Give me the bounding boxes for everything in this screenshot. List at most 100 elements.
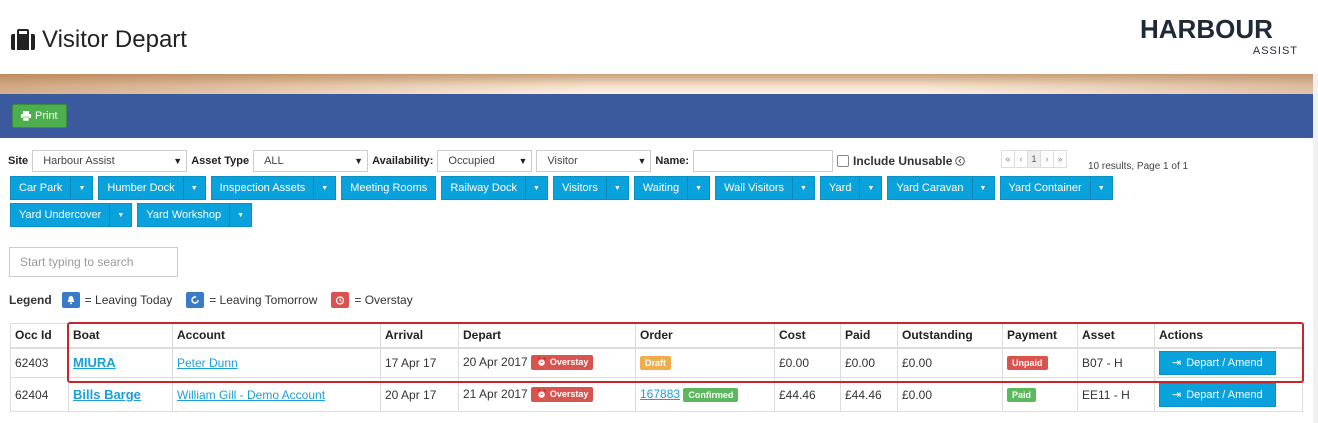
caret-down-icon[interactable]: ▼ xyxy=(687,177,709,199)
account-link[interactable]: Peter Dunn xyxy=(177,356,238,370)
col-paid[interactable]: Paid xyxy=(840,323,898,349)
search-placeholder: Start typing to search xyxy=(20,255,134,269)
header: Visitor Depart HARBOUR ASSIST xyxy=(0,0,1318,74)
occ-id-cell: 62404 xyxy=(10,377,69,412)
caret-down-icon: ▼ xyxy=(518,156,528,166)
col-payment[interactable]: Payment xyxy=(1002,323,1078,349)
col-asset[interactable]: Asset xyxy=(1077,323,1155,349)
col-order[interactable]: Order xyxy=(635,323,775,349)
refresh-icon xyxy=(186,292,205,308)
overstay-badge: ⏰ Overstay xyxy=(531,387,594,403)
asset-type-select-value: ALL xyxy=(264,155,284,167)
account-link[interactable]: William Gill - Demo Account xyxy=(177,388,325,402)
depart-cell: 20 Apr 2017 ⏰ Overstay xyxy=(458,347,636,378)
caret-down-icon[interactable]: ▼ xyxy=(109,204,131,226)
name-input[interactable] xyxy=(693,150,834,172)
asset-button-label: Yard Container xyxy=(1008,182,1082,194)
site-select[interactable]: Harbour Assist ▼ xyxy=(32,150,188,172)
caret-down-icon[interactable]: ▼ xyxy=(1089,177,1112,199)
col-outstanding[interactable]: Outstanding xyxy=(897,323,1003,349)
caret-down-icon[interactable]: ▼ xyxy=(182,177,205,199)
availability-select[interactable]: Occupied ▼ xyxy=(437,150,533,172)
visitor-type-select-value: Visitor xyxy=(547,155,578,167)
boat-link[interactable]: MIURA xyxy=(73,355,116,370)
account-cell: William Gill - Demo Account xyxy=(172,377,381,412)
col-depart[interactable]: Depart xyxy=(458,323,636,349)
pager-next-button[interactable]: › xyxy=(1040,150,1054,168)
alarm-clock-icon: ⏰ xyxy=(536,389,548,400)
payment-status-badge: Unpaid xyxy=(1007,356,1048,371)
printer-icon xyxy=(21,111,31,121)
pager-last-button[interactable]: » xyxy=(1053,150,1067,168)
sign-out-icon: ⇥ xyxy=(1172,357,1182,370)
visitor-type-select[interactable]: Visitor ▼ xyxy=(536,150,652,172)
caret-down-icon[interactable]: ▼ xyxy=(605,177,628,199)
caret-down-icon[interactable]: ▼ xyxy=(971,177,994,199)
order-cell: 167883 Confirmed xyxy=(635,377,775,412)
caret-down-icon[interactable]: ▼ xyxy=(859,177,881,199)
asset-button-visitors[interactable]: Visitors ▼ xyxy=(552,176,629,200)
col-boat[interactable]: Boat xyxy=(68,323,173,349)
search-input[interactable]: Start typing to search xyxy=(9,247,178,277)
availability-select-value: Occupied xyxy=(448,155,495,167)
asset-button-meeting-rooms[interactable]: Meeting Rooms xyxy=(341,176,437,200)
asset-button-yard-undercover[interactable]: Yard Undercover ▼ xyxy=(10,203,133,227)
order-cell: Draft xyxy=(635,347,775,378)
asset-button-yard-container[interactable]: Yard Container ▼ xyxy=(999,176,1113,200)
outstanding-cell: £0.00 xyxy=(897,347,1003,378)
depart-amend-button[interactable]: ⇥ Depart / Amend xyxy=(1159,382,1276,407)
asset-button-yard-caravan[interactable]: Yard Caravan ▼ xyxy=(887,176,995,200)
pager-prev-button[interactable]: ‹ xyxy=(1014,150,1028,168)
include-unusable-checkbox[interactable] xyxy=(837,155,850,167)
page-title-text: Visitor Depart xyxy=(42,26,187,53)
include-unusable-label: Include Unusable xyxy=(853,154,953,168)
availability-label: Availability: xyxy=(372,155,434,167)
legend-leaving-tomorrow: = Leaving Tomorrow xyxy=(209,293,318,307)
asset-button-label: Inspection Assets xyxy=(219,182,306,194)
asset-button-car-park[interactable]: Car Park ▼ xyxy=(10,176,94,200)
asset-button-label: Wall Visitors xyxy=(724,182,785,194)
name-label: Name: xyxy=(655,155,690,167)
paid-cell: £0.00 xyxy=(840,347,898,378)
depart-amend-button[interactable]: ⇥ Depart / Amend xyxy=(1159,350,1276,375)
col-cost[interactable]: Cost xyxy=(774,323,841,349)
asset-type-select[interactable]: ALL ▼ xyxy=(253,150,369,172)
order-status-badge: Draft xyxy=(640,356,672,371)
asset-button-inspection-assets[interactable]: Inspection Assets ▼ xyxy=(210,176,337,200)
asset-button-humber-dock[interactable]: Humber Dock ▼ xyxy=(98,176,206,200)
col-account[interactable]: Account xyxy=(172,323,381,349)
pagination: « ‹ 1 › » xyxy=(1001,150,1067,168)
bell-icon xyxy=(61,292,80,308)
boat-cell: Bills Barge xyxy=(68,377,173,412)
col-arrival[interactable]: Arrival xyxy=(380,323,459,349)
print-button[interactable]: Print xyxy=(12,104,67,128)
arrival-cell: 20 Apr 17 xyxy=(380,377,459,412)
caret-down-icon[interactable]: ▼ xyxy=(792,177,814,199)
pager-page-1-button[interactable]: 1 xyxy=(1027,150,1041,168)
asset-button-railway-dock[interactable]: Railway Dock ▼ xyxy=(441,176,548,200)
caret-down-icon: ▼ xyxy=(173,156,183,166)
asset-button-waiting[interactable]: Waiting ▼ xyxy=(633,176,711,200)
order-link[interactable]: 167883 xyxy=(640,387,680,401)
table-header-row: Occ Id Boat Account Arrival Depart Order… xyxy=(10,323,1303,349)
page-title: Visitor Depart xyxy=(10,26,187,54)
page-scrollbar[interactable] xyxy=(1313,74,1318,423)
asset-button-wall-visitors[interactable]: Wall Visitors ▼ xyxy=(715,176,816,200)
col-occ-id[interactable]: Occ Id xyxy=(10,323,69,349)
caret-down-icon[interactable]: ▼ xyxy=(313,177,335,199)
caret-down-icon[interactable]: ▼ xyxy=(524,177,547,199)
results-count: 10 results, Page 1 of 1 xyxy=(1088,161,1189,172)
payment-cell: Paid xyxy=(1002,377,1078,412)
legend-overstay: = Overstay xyxy=(354,293,413,307)
caret-down-icon[interactable]: ▼ xyxy=(70,177,92,199)
asset-button-yard[interactable]: Yard ▼ xyxy=(820,176,883,200)
sign-out-icon: ⇥ xyxy=(1172,389,1182,401)
site-label: Site xyxy=(8,155,29,167)
alarm-clock-icon xyxy=(331,292,350,308)
pager-first-button[interactable]: « xyxy=(1001,150,1015,168)
boat-link[interactable]: Bills Barge xyxy=(73,387,141,402)
asset-button-label: Meeting Rooms xyxy=(350,182,428,194)
asset-button-yard-workshop[interactable]: Yard Workshop ▼ xyxy=(137,203,253,227)
caret-down-icon[interactable]: ▼ xyxy=(229,204,251,226)
info-chevron-icon xyxy=(955,156,966,166)
